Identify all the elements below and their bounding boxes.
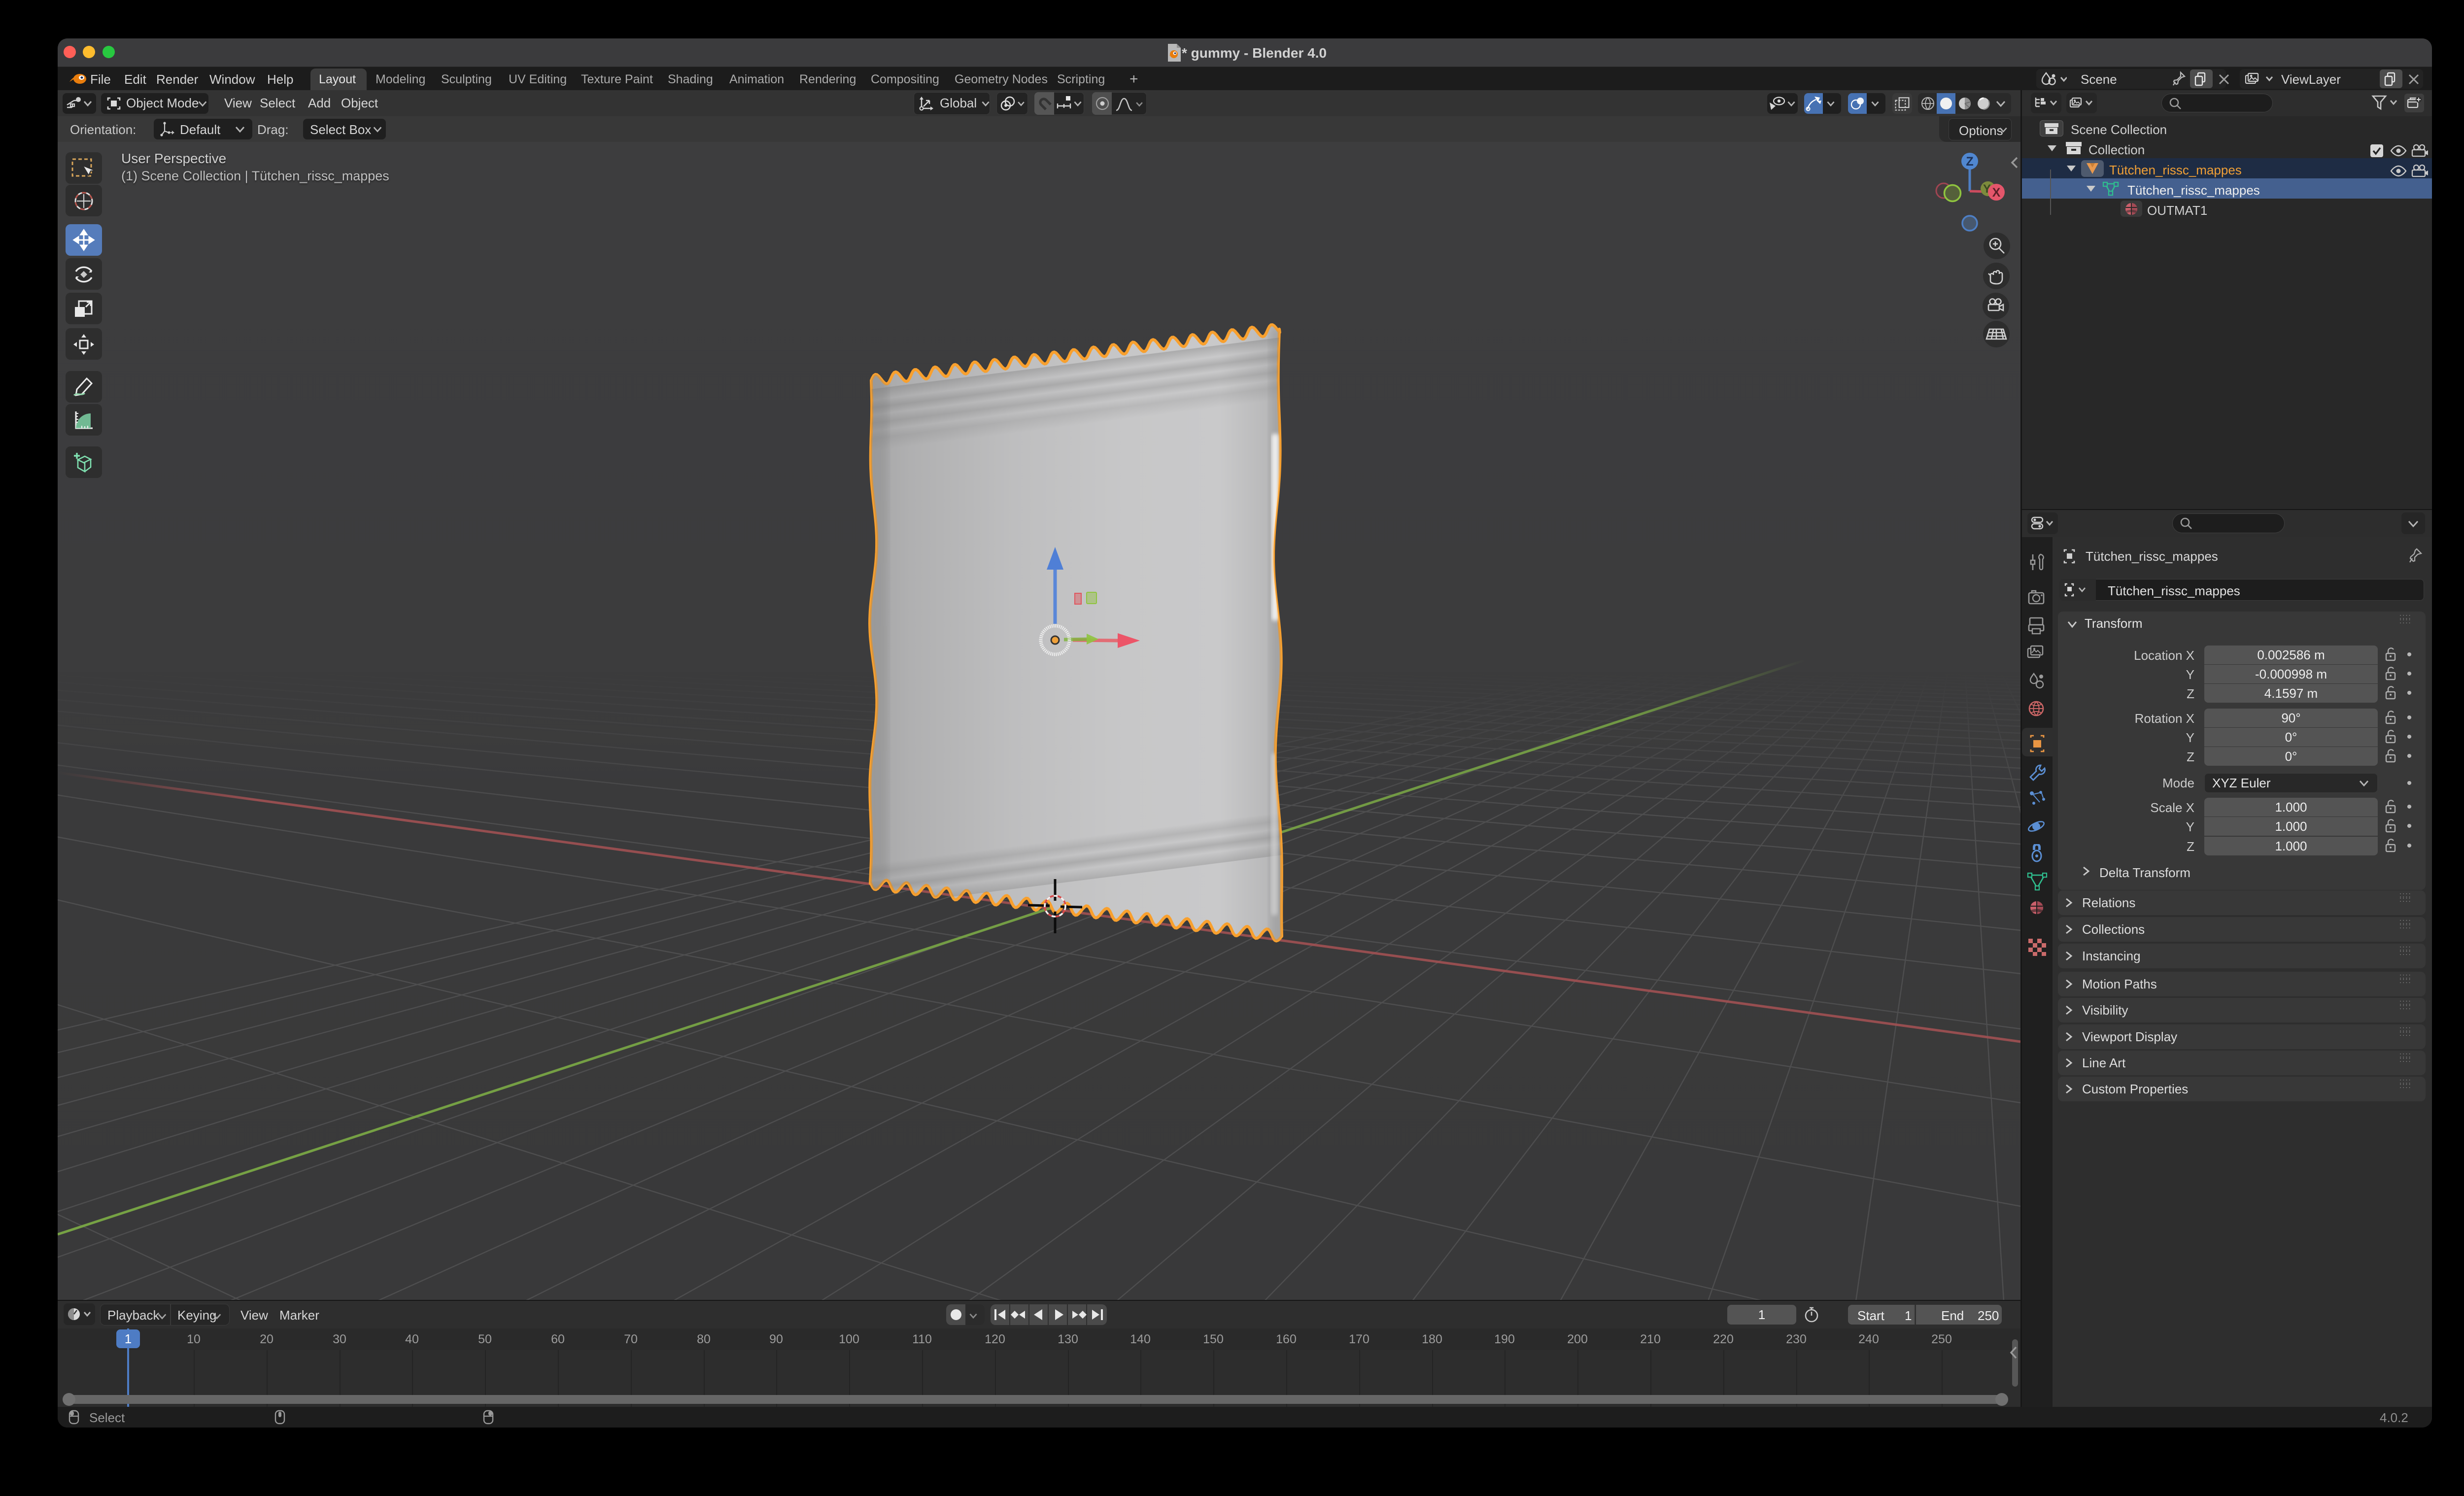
svg-text:Z: Z (1966, 155, 1973, 169)
svg-text:X: X (1992, 186, 2001, 200)
